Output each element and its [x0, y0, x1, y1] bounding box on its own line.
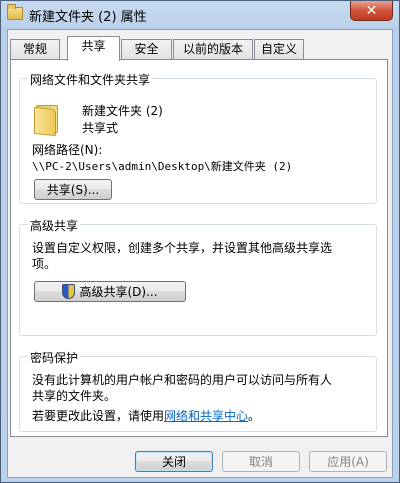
password-protection-description-line-1: 没有此计算机的用户帐户和密码的用户可以访问与所有人	[32, 373, 333, 387]
shared-folder-icon	[34, 103, 62, 137]
share-button[interactable]: 共享(S)...	[34, 179, 112, 200]
properties-window: 新建文件夹 (2) 属性 ✕ 常规 共享 安全 以前的版本 自定义 网络文件和文…	[0, 0, 400, 483]
password-protection-change-text: 若要更改此设置，请使用网络和共享中心。	[32, 409, 261, 423]
folder-share-status: 共享式	[82, 121, 119, 135]
network-path-label: 网络路径(N):	[32, 143, 103, 157]
folder-icon	[7, 4, 23, 20]
close-button[interactable]: 关闭	[135, 451, 213, 472]
uac-shield-icon	[62, 284, 76, 299]
tab-sharing[interactable]: 共享	[67, 36, 120, 61]
tab-previous-versions[interactable]: 以前的版本	[173, 39, 253, 60]
advanced-sharing-group: 高级共享 设置自定义权限，创建多个共享，并设置其他高级共享选 项。 高级共享(D…	[19, 217, 377, 336]
group-title-network-sharing: 网络文件和文件夹共享	[28, 71, 153, 88]
tab-security[interactable]: 安全	[121, 39, 172, 60]
close-icon: ✕	[365, 2, 378, 19]
network-path-value: \\PC-2\Users\admin\Desktop\新建文件夹 (2)	[32, 160, 293, 173]
folder-name: 新建文件夹 (2)	[82, 104, 163, 118]
advanced-sharing-button-label: 高级共享(D)...	[79, 285, 158, 299]
tab-general[interactable]: 常规	[10, 39, 60, 60]
window-title: 新建文件夹 (2) 属性	[29, 10, 147, 25]
network-sharing-center-link[interactable]: 网络和共享中心	[164, 409, 248, 423]
cancel-button[interactable]: 取消	[222, 451, 300, 472]
password-protection-group: 密码保护 没有此计算机的用户帐户和密码的用户可以访问与所有人 共享的文件夹。 若…	[19, 349, 377, 432]
advanced-sharing-description-line-2: 项。	[32, 257, 57, 271]
dialog-body: 常规 共享 安全 以前的版本 自定义 网络文件和文件夹共享 新建文件夹 (2) …	[7, 29, 393, 478]
password-protection-description-line-2: 共享的文件夹。	[32, 389, 117, 403]
advanced-sharing-description-line-1: 设置自定义权限，创建多个共享，并设置其他高级共享选	[32, 241, 333, 255]
apply-button[interactable]: 应用(A)	[309, 451, 387, 472]
tab-customize[interactable]: 自定义	[254, 39, 304, 60]
sharing-tab-panel: 网络文件和文件夹共享 新建文件夹 (2) 共享式 网络路径(N): \\PC-2…	[10, 59, 388, 437]
group-title-password-protection: 密码保护	[28, 349, 81, 366]
advanced-sharing-button[interactable]: 高级共享(D)...	[34, 281, 186, 302]
group-title-advanced-sharing: 高级共享	[28, 217, 81, 234]
network-sharing-group: 网络文件和文件夹共享 新建文件夹 (2) 共享式 网络路径(N): \\PC-2…	[19, 71, 377, 204]
close-window-button[interactable]: ✕	[350, 1, 393, 21]
title-bar[interactable]: 新建文件夹 (2) 属性 ✕	[1, 1, 399, 29]
